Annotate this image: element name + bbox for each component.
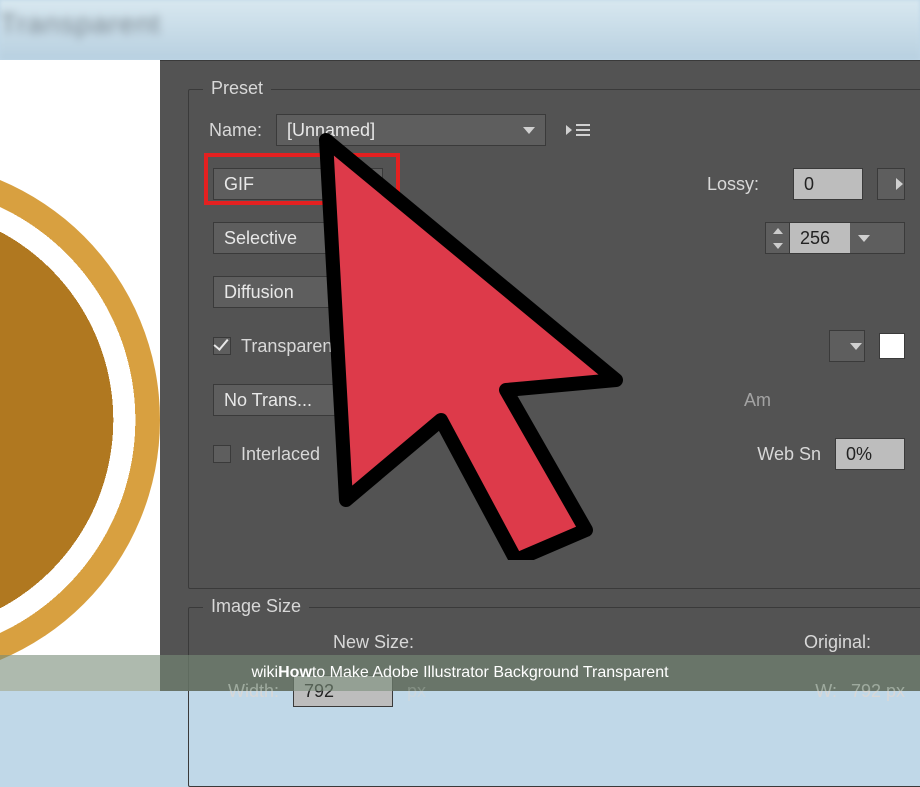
preset-options-button[interactable] [560, 114, 596, 146]
websnap-label: Web Sn [757, 444, 821, 465]
chevron-right-icon [896, 178, 903, 190]
matte-dropdown[interactable] [829, 330, 865, 362]
transparency-label: Transparency [241, 336, 350, 357]
amount-label-partial: Am [744, 390, 771, 411]
preview-pane [0, 60, 160, 691]
image-size-group: Image Size New Size: Original: Width: 79… [188, 607, 920, 787]
chevron-down-icon [360, 289, 372, 296]
colors-stepper[interactable]: 256 [765, 222, 905, 254]
format-row: GIF Lossy: 0 [209, 168, 905, 200]
chevron-down-icon [850, 343, 862, 350]
checkbox-icon [213, 445, 231, 463]
chevron-down-icon [858, 235, 870, 242]
websnap-value: 0% [846, 444, 872, 465]
transparency-row: Transparency [209, 330, 905, 362]
preset-group: Preset Name: [Unnamed] GIF Lossy: 0 [188, 89, 920, 589]
caption-bar: wikiHow to Make Adobe Illustrator Backgr… [0, 655, 920, 691]
preview-artwork [0, 160, 160, 680]
chevron-down-icon [360, 397, 372, 404]
caption-rest: to Make Adobe Illustrator Background Tra… [312, 664, 669, 682]
transparency-dither-dropdown[interactable]: No Trans... [213, 384, 383, 416]
export-panel: Preset Name: [Unnamed] GIF Lossy: 0 [160, 60, 920, 691]
menu-bars-icon [576, 124, 590, 136]
colors-value: 256 [790, 223, 850, 253]
chevron-down-icon [360, 181, 372, 188]
reduction-row: Selective 256 [209, 222, 905, 254]
interlaced-row: Interlaced Web Sn 0% [209, 438, 905, 470]
format-value: GIF [224, 174, 350, 195]
window-title-blur: Transparent [0, 8, 161, 40]
image-size-legend: Image Size [203, 596, 309, 617]
color-reduction-dropdown[interactable]: Selective [213, 222, 383, 254]
dither-dropdown[interactable]: Diffusion [213, 276, 383, 308]
name-label: Name: [209, 120, 262, 141]
size-headers-row: New Size: Original: [209, 632, 905, 653]
original-header: Original: [804, 632, 871, 653]
lossy-value: 0 [804, 174, 814, 195]
dither-value: Diffusion [224, 282, 350, 303]
lossy-flyout-button[interactable] [877, 168, 905, 200]
name-row: Name: [Unnamed] [209, 114, 905, 146]
chevron-down-icon [523, 127, 535, 134]
chevron-down-icon [360, 235, 372, 242]
chevron-down-icon[interactable] [766, 238, 789, 253]
triangle-right-icon [566, 125, 572, 135]
trans-dither-row: No Trans... Am [209, 384, 905, 416]
transparency-dither-value: No Trans... [224, 390, 350, 411]
checkbox-icon [213, 337, 231, 355]
stepper-arrows[interactable] [766, 223, 790, 253]
interlaced-checkbox[interactable]: Interlaced [213, 444, 320, 465]
lossy-label: Lossy: [707, 174, 779, 195]
chevron-up-icon[interactable] [766, 223, 789, 238]
window-titlebar: Transparent [0, 0, 920, 60]
format-dropdown[interactable]: GIF [213, 168, 383, 200]
websnap-input[interactable]: 0% [835, 438, 905, 470]
matte-swatch[interactable] [879, 333, 905, 359]
new-size-header: New Size: [333, 632, 414, 653]
preset-name-dropdown[interactable]: [Unnamed] [276, 114, 546, 146]
dither-row: Diffusion [209, 276, 905, 308]
preset-name-value: [Unnamed] [287, 120, 513, 141]
transparency-checkbox[interactable]: Transparency [213, 336, 350, 357]
caption-bold: How [278, 664, 312, 682]
lossy-input[interactable]: 0 [793, 168, 863, 200]
preset-legend: Preset [203, 78, 271, 99]
color-reduction-value: Selective [224, 228, 350, 249]
interlaced-label: Interlaced [241, 444, 320, 465]
caption-prefix: wiki [251, 664, 278, 682]
